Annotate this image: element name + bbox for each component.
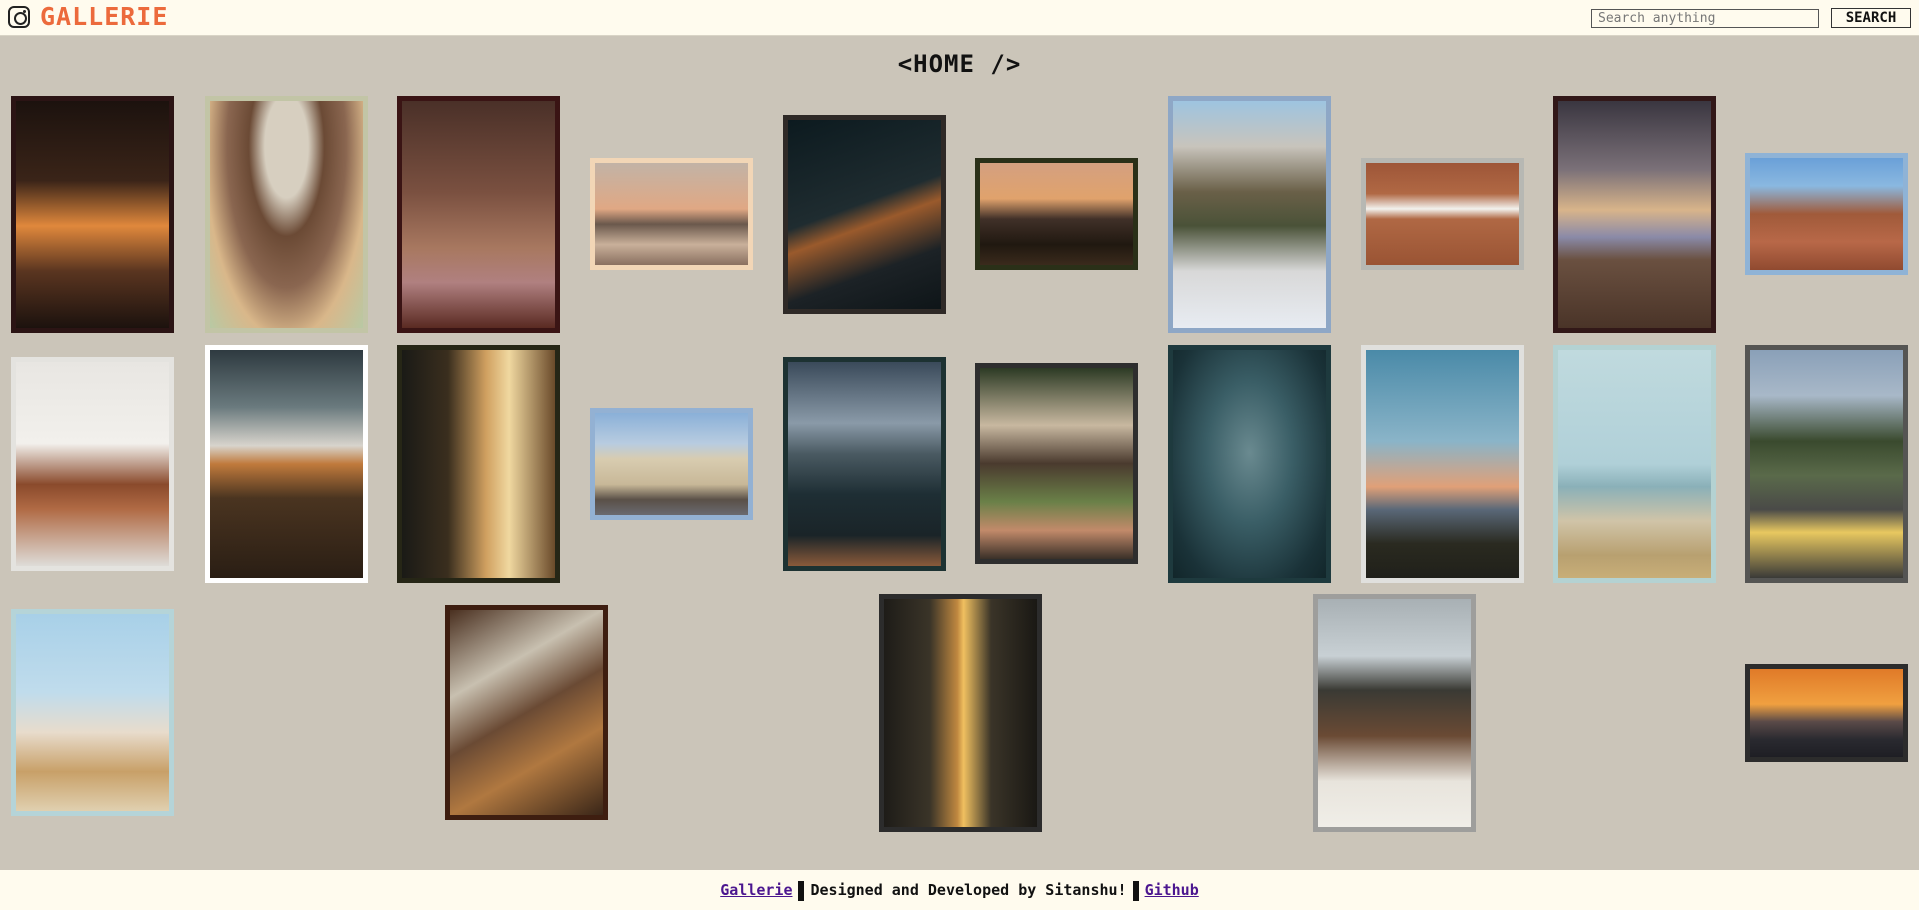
navbar: GALLERIE SEARCH	[0, 0, 1919, 36]
instagram-icon[interactable]	[8, 6, 30, 28]
photo-coastal-village[interactable]	[11, 609, 174, 816]
photo-mountain-road-lines[interactable]	[1745, 345, 1908, 583]
photo-cloudy-sunset-sea[interactable]	[1553, 96, 1716, 333]
page-title: <HOME />	[897, 50, 1022, 78]
photo-living-room-arc-lamp[interactable]	[11, 357, 174, 571]
photo-man-bucket-hat-green-glasses[interactable]	[205, 96, 368, 333]
photo-underwater-diver[interactable]	[1168, 345, 1331, 583]
search-button[interactable]: SEARCH	[1831, 8, 1911, 28]
photo-courtyard-plants[interactable]	[975, 363, 1138, 564]
photo-design-moodboard-flatlay[interactable]	[445, 605, 608, 820]
search-input[interactable]	[1591, 9, 1819, 28]
photo-woman-mountains[interactable]	[1313, 594, 1476, 832]
footer-separator	[798, 880, 805, 901]
photo-arc-de-triomphe[interactable]	[590, 408, 753, 520]
photo-red-rock-lake-mountains[interactable]	[1745, 153, 1908, 275]
footer-credit: Designed and Developed by Sitanshu!	[810, 881, 1127, 899]
photo-belief-corridor[interactable]	[879, 594, 1042, 832]
photo-rustic-wall-frames[interactable]	[397, 96, 560, 333]
photo-lifeguard-tower-sunset[interactable]	[1361, 345, 1524, 583]
photo-brick-building-windows[interactable]	[1361, 158, 1524, 270]
photo-dark-sea-rocks[interactable]	[783, 357, 946, 571]
brand-logo-text[interactable]: GALLERIE	[40, 2, 168, 32]
photo-pier-underneath-sunset[interactable]	[11, 96, 174, 333]
photo-woman-night-street[interactable]	[397, 345, 560, 583]
footer: Gallerie Designed and Developed by Sitans…	[0, 870, 1919, 910]
photo-hazy-beach[interactable]	[1553, 345, 1716, 583]
photo-drone-field-sunset[interactable]	[205, 345, 368, 583]
photo-snowy-mountain-valley[interactable]	[1168, 96, 1331, 333]
photo-mountain-silhouette-sunset[interactable]	[1745, 664, 1908, 762]
photo-couple-silhouette-beach[interactable]	[975, 158, 1138, 270]
footer-separator	[1132, 880, 1139, 901]
footer-github-link[interactable]: Github	[1145, 881, 1199, 899]
photo-pier-sunset-wide[interactable]	[590, 158, 753, 270]
footer-gallerie-link[interactable]: Gallerie	[720, 881, 792, 899]
photo-neon-make-yourself-priority[interactable]	[783, 115, 946, 314]
